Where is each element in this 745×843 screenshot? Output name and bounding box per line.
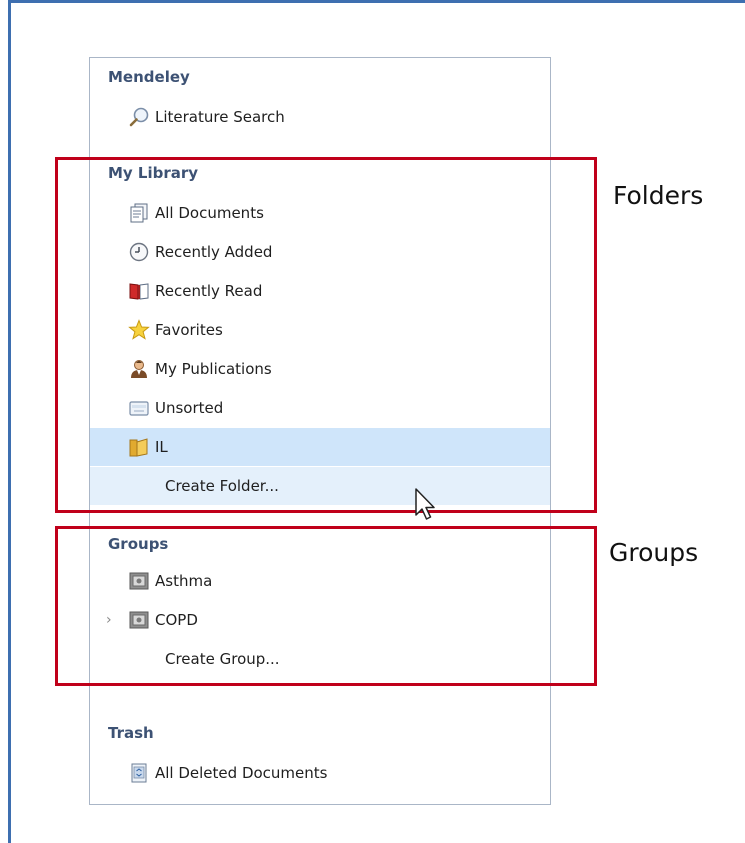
annotation-groups: Groups xyxy=(609,538,699,567)
sidebar-item-label: Literature Search xyxy=(155,108,285,126)
section-title-trash: Trash xyxy=(108,724,154,742)
groups-highlight-box xyxy=(55,526,597,686)
annotation-folders: Folders xyxy=(613,181,704,210)
window-border-left xyxy=(8,0,11,843)
section-title-mendeley: Mendeley xyxy=(108,68,190,86)
sidebar-item-all-deleted-documents[interactable]: All Deleted Documents xyxy=(90,754,550,792)
sidebar-item-label: All Deleted Documents xyxy=(155,764,328,782)
folders-highlight-box xyxy=(55,157,597,513)
sidebar-item-literature-search[interactable]: Literature Search xyxy=(90,98,550,136)
trash-document-icon xyxy=(128,762,150,784)
mouse-pointer-icon xyxy=(415,488,435,520)
window-border-top xyxy=(8,0,745,3)
magnifier-icon xyxy=(128,106,150,128)
